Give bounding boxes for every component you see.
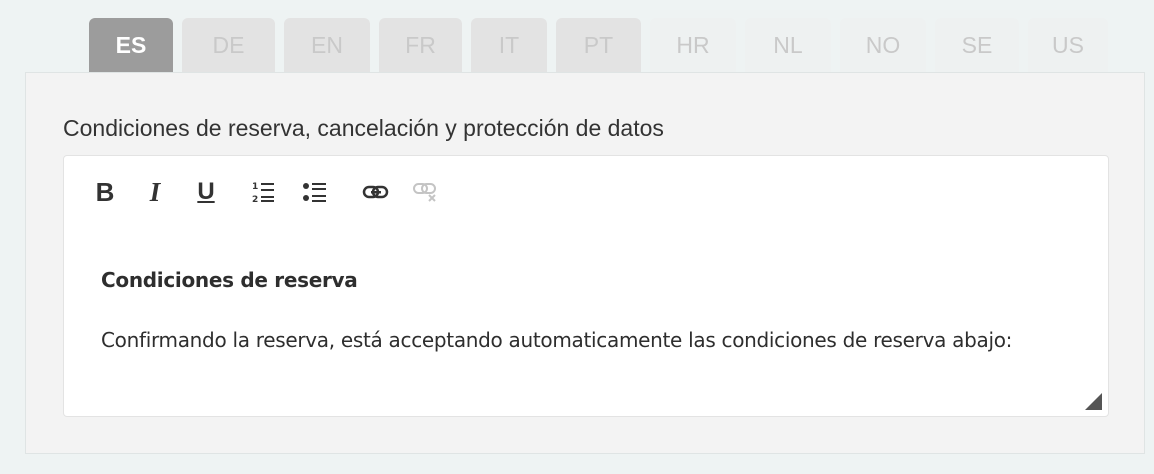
tab-es[interactable]: ES [89,18,173,72]
tab-label: HR [676,31,710,58]
tab-nl[interactable]: NL [745,18,831,72]
tab-us[interactable]: US [1028,18,1108,72]
underline-button[interactable]: U [194,176,218,208]
rich-text-editor[interactable]: B I U 1 2 Condiciones de reserva Confirm… [63,155,1109,417]
tab-label: US [1052,31,1084,58]
tab-hr[interactable]: HR [650,18,736,72]
tab-de[interactable]: DE [182,18,275,72]
underline-icon: U [197,178,215,205]
content-heading: Condiciones de reserva [101,268,358,292]
language-tabs: ES DE EN FR IT PT HR NL NO SE US [89,18,1117,72]
unlink-icon [413,183,436,202]
tab-label: NL [773,31,803,58]
content-paragraph: Confirmando la reserva, está acceptando … [101,328,1013,352]
tab-se[interactable]: SE [935,18,1019,72]
field-label: Condiciones de reserva, cancelación y pr… [63,115,664,141]
tab-no[interactable]: NO [840,18,926,72]
language-panel: Condiciones de reserva, cancelación y pr… [25,72,1145,454]
tab-label: EN [311,31,343,58]
bullet-list-button[interactable] [302,176,328,208]
bold-icon: B [95,176,115,207]
tab-label: PT [583,31,614,58]
tab-label: DE [212,31,245,58]
ordered-list-icon: 1 2 [252,182,274,204]
resize-handle-icon[interactable] [1085,393,1102,410]
tab-en[interactable]: EN [284,18,370,72]
svg-text:2: 2 [252,195,258,204]
link-button[interactable] [362,176,390,208]
link-icon [362,185,389,199]
editor-content[interactable]: Condiciones de reserva Confirmando la re… [101,268,1078,352]
unlink-button[interactable] [412,176,440,208]
bold-button[interactable]: B [94,176,116,208]
tab-label: NO [865,31,901,58]
tab-label: ES [115,31,147,58]
ordered-list-button[interactable]: 1 2 [252,176,278,208]
svg-text:1: 1 [252,182,258,192]
tab-label: FR [405,31,436,58]
tab-label: SE [961,31,993,58]
bullet-list-icon [303,183,326,202]
italic-icon: I [149,176,161,207]
tab-label: IT [498,31,520,58]
tab-fr[interactable]: FR [379,18,462,72]
italic-button[interactable]: I [144,176,166,208]
tab-it[interactable]: IT [471,18,547,72]
tab-pt[interactable]: PT [556,18,641,72]
